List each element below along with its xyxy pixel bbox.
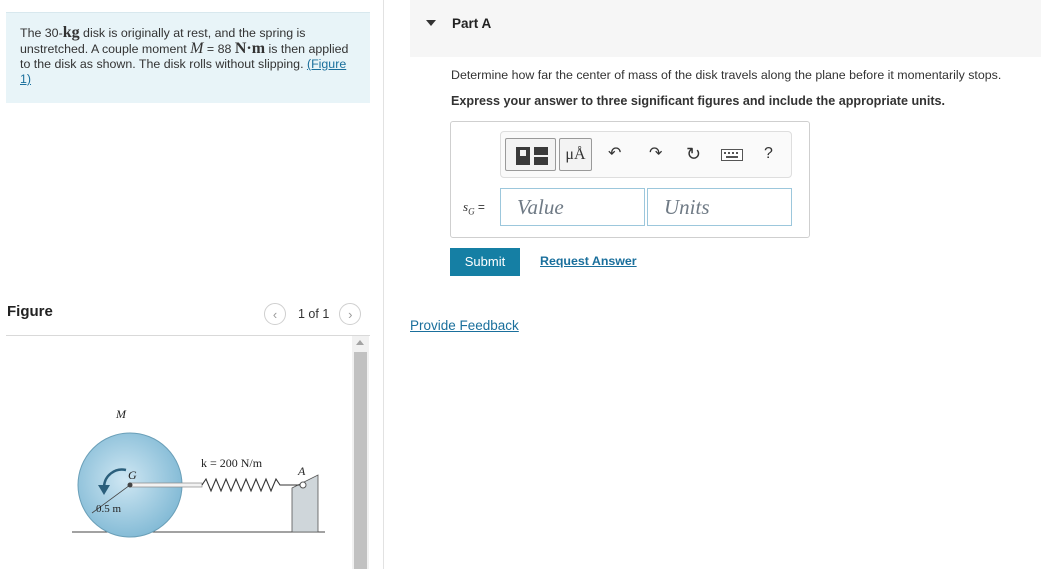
question-text: Determine how far the center of mass of … <box>451 68 1002 82</box>
label-anchor: A <box>297 464 306 478</box>
templates-icon[interactable] <box>505 138 556 171</box>
instruction-text: Express your answer to three significant… <box>451 94 946 108</box>
units-icon[interactable]: μÅ <box>559 138 592 171</box>
column-divider <box>383 0 384 569</box>
undo-icon[interactable]: ↶ <box>608 143 621 165</box>
scrollbar-thumb[interactable] <box>354 352 367 569</box>
reset-icon[interactable]: ↻ <box>686 143 701 165</box>
label-center: G <box>128 468 137 482</box>
chevron-right-icon[interactable]: › <box>339 303 362 325</box>
moment-unit: N·m <box>234 40 266 57</box>
figure-count: 1 of 1 <box>298 307 330 321</box>
chevron-left-icon[interactable]: ‹ <box>264 303 286 325</box>
value-input[interactable]: Value <box>500 188 645 226</box>
figure-divider <box>6 335 370 336</box>
mass-unit: kg <box>62 24 80 41</box>
part-header[interactable] <box>410 0 1041 57</box>
help-icon[interactable]: ? <box>764 143 773 165</box>
value-placeholder: Value <box>517 195 564 219</box>
disk-spring-figure: M G k = 200 N/m A 0.5 m <box>72 407 325 538</box>
problem-text: The 30- <box>20 26 63 40</box>
units-input[interactable]: Units <box>647 188 792 226</box>
figure-pager: ‹ 1 of 1 › <box>264 303 362 325</box>
label-stiffness: k = 200 N/m <box>201 456 263 470</box>
spring <box>201 477 300 493</box>
part-title[interactable]: Part A <box>452 16 491 31</box>
answer-variable-label: sG = <box>463 199 485 216</box>
figure-title: Figure <box>7 303 53 320</box>
units-button-label: μÅ <box>565 146 586 163</box>
label-moment: M <box>115 407 127 421</box>
units-placeholder: Units <box>664 195 710 219</box>
submit-button[interactable]: Submit <box>450 248 520 276</box>
provide-feedback-link[interactable]: Provide Feedback <box>410 318 519 333</box>
redo-icon[interactable]: ↷ <box>649 143 662 165</box>
moment-symbol: M <box>190 40 204 57</box>
label-radius: 0.5 m <box>96 503 122 515</box>
equals-sign: = <box>474 200 485 214</box>
left-panel: The 30-kg disk is originally at rest, an… <box>0 0 383 569</box>
request-answer-link[interactable]: Request Answer <box>540 254 637 268</box>
collapse-triangle-icon[interactable] <box>426 20 436 26</box>
moment-value: = 88 <box>203 42 235 56</box>
problem-statement: The 30-kg disk is originally at rest, an… <box>6 12 370 103</box>
rod <box>129 482 203 488</box>
scroll-up-icon[interactable] <box>356 340 364 345</box>
keyboard-icon[interactable] <box>721 149 743 161</box>
